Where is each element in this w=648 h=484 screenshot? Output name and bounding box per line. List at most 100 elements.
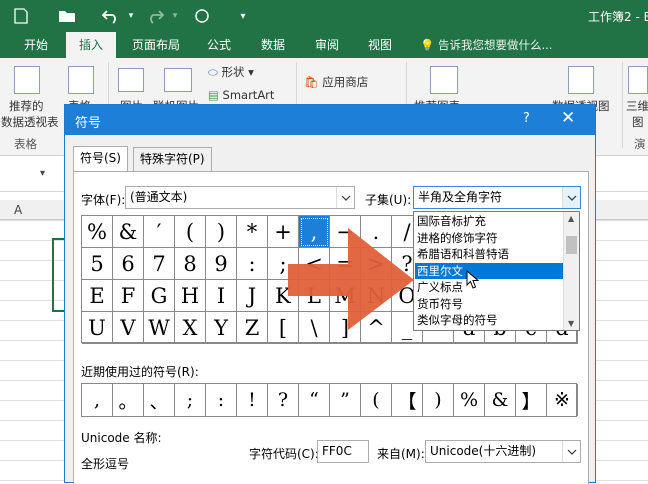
recent-symbol-cell[interactable]: 】 — [516, 384, 547, 416]
subset-option[interactable]: 广义标点 — [415, 279, 563, 296]
recent-symbol-cell[interactable]: : — [206, 384, 237, 416]
symbol-cell[interactable]: W — [144, 312, 175, 344]
tab-symbols[interactable]: 符号(S) — [73, 146, 128, 172]
recent-symbol-cell[interactable]: , — [82, 384, 113, 416]
symbol-cell[interactable]: V — [113, 312, 144, 344]
subset-option[interactable]: 货币符号 — [415, 296, 563, 313]
table-icon[interactable] — [68, 66, 94, 94]
tab-data[interactable]: 数据 — [250, 32, 296, 58]
font-select[interactable]: (普通文本) — [125, 186, 355, 209]
open-folder-icon[interactable] — [56, 5, 78, 27]
subset-option[interactable]: 类似字母的符号 — [415, 312, 563, 329]
subset-option[interactable]: 希腊语和科普特语 — [415, 246, 563, 263]
subset-option[interactable]: 西里尔文 — [415, 262, 563, 279]
recommended-pivot-icon[interactable] — [14, 66, 40, 94]
customize-toolbar-icon[interactable]: ▾ — [232, 5, 254, 27]
smartart-button[interactable]: ▤ SmartArt — [208, 88, 274, 102]
recent-symbol-cell[interactable]: 【 — [392, 384, 423, 416]
3d-map-icon[interactable] — [628, 66, 648, 94]
recent-symbol-cell[interactable]: ) — [423, 384, 454, 416]
recent-symbol-cell[interactable]: ; — [175, 384, 206, 416]
tab-insert[interactable]: 插入 — [66, 32, 116, 58]
undo-dropdown-icon[interactable]: ▾ — [120, 5, 142, 27]
symbol-cell[interactable]: 6 — [113, 248, 144, 280]
redo-dropdown-icon[interactable]: ▾ — [164, 5, 186, 27]
shapes-button[interactable]: ⬭ 形状 ▾ — [208, 64, 254, 80]
subset-select[interactable]: 半角及全角字符 — [413, 186, 581, 209]
tab-view[interactable]: 视图 — [358, 32, 402, 58]
tab-review[interactable]: 审阅 — [304, 32, 350, 58]
recommended-charts-icon[interactable] — [430, 66, 458, 94]
close-button[interactable]: ✕ — [561, 108, 575, 128]
recent-symbol-cell[interactable]: ? — [268, 384, 299, 416]
symbol-cell[interactable]: I — [206, 280, 237, 312]
redo-icon[interactable] — [144, 5, 166, 27]
mouse-cursor-icon — [466, 270, 480, 289]
symbol-cell[interactable]: J — [237, 280, 268, 312]
window-title: 工作簿2 - E — [588, 10, 648, 24]
scroll-thumb[interactable] — [566, 236, 577, 254]
list-scrollbar[interactable]: ▲ ▼ — [563, 212, 579, 330]
chevron-down-icon — [562, 441, 580, 462]
from-select[interactable]: Unicode(十六进制) — [425, 440, 581, 463]
symbol-cell[interactable]: * — [237, 216, 268, 248]
symbol-cell[interactable]: : — [237, 248, 268, 280]
symbol-cell[interactable]: 5 — [82, 248, 113, 280]
symbol-cell[interactable]: % — [82, 216, 113, 248]
symbol-cell[interactable]: 7 — [144, 248, 175, 280]
recent-symbol-cell[interactable]: % — [454, 384, 485, 416]
symbol-cell[interactable]: ′ — [144, 216, 175, 248]
tab-formulas[interactable]: 公式 — [196, 32, 242, 58]
symbol-cell[interactable]: 9 — [206, 248, 237, 280]
symbol-cell[interactable]: & — [113, 216, 144, 248]
store-button[interactable]: 🛍 应用商店 — [304, 74, 368, 90]
tell-me-text: 告诉我您想要做什么... — [437, 38, 553, 52]
symbol-cell[interactable]: X — [175, 312, 206, 344]
column-a-header[interactable]: A — [14, 203, 22, 217]
tab-page-layout[interactable]: 页面布局 — [124, 32, 188, 58]
symbol-cell[interactable]: E — [82, 280, 113, 312]
symbol-cell[interactable]: G — [144, 280, 175, 312]
symbol-cell[interactable]: Z — [237, 312, 268, 344]
shapes-label: 形状 — [221, 65, 245, 79]
symbol-cell[interactable]: ) — [206, 216, 237, 248]
recent-symbol-cell[interactable]: ! — [237, 384, 268, 416]
symbol-cell[interactable]: H — [175, 280, 206, 312]
scroll-down-icon[interactable]: ▼ — [568, 319, 574, 328]
help-button[interactable]: ? — [523, 111, 530, 126]
symbol-cell[interactable]: U — [82, 312, 113, 344]
circle-icon[interactable] — [191, 5, 213, 27]
undo-icon[interactable] — [100, 5, 122, 27]
pointer-arrow-icon — [288, 228, 414, 330]
tab-home[interactable]: 开始 — [14, 32, 58, 58]
font-value: (普通文本) — [130, 190, 188, 204]
name-box-dropdown-icon[interactable]: ▾ — [40, 168, 45, 179]
recent-symbols-row: ,。、;:!? “”(【)% &】 ※ — [81, 383, 578, 417]
dialog-title: 符号 — [75, 116, 102, 131]
picture-icon[interactable] — [118, 68, 144, 92]
tell-me-box[interactable]: 💡 告诉我您想要做什么... — [420, 32, 552, 58]
lightbulb-icon: 💡 — [420, 38, 435, 52]
pivot-chart-icon[interactable] — [568, 66, 594, 94]
recent-symbol-cell[interactable]: & — [485, 384, 516, 416]
recent-symbol-cell[interactable]: ” — [330, 384, 361, 416]
symbol-cell[interactable]: Y — [206, 312, 237, 344]
tab-special-characters[interactable]: 特殊字符(P) — [133, 147, 212, 171]
subset-option[interactable]: 进格的修饰字符 — [415, 230, 563, 247]
recent-symbol-cell[interactable]: 、 — [144, 384, 175, 416]
subset-option[interactable]: 国际音标扩充 — [415, 213, 563, 230]
symbol-cell[interactable]: 8 — [175, 248, 206, 280]
online-picture-icon[interactable] — [164, 68, 192, 92]
symbol-cell[interactable]: F — [113, 280, 144, 312]
recent-symbol-cell[interactable]: 。 — [113, 384, 144, 416]
tours-group-label: 演 — [634, 137, 646, 151]
save-icon[interactable] — [10, 5, 32, 27]
recent-symbol-cell[interactable]: ※ — [547, 384, 578, 416]
char-code-input[interactable]: FF0C — [317, 440, 369, 463]
from-value: Unicode(十六进制) — [430, 444, 537, 458]
symbol-cell[interactable]: ( — [175, 216, 206, 248]
recent-symbol-cell[interactable]: ( — [361, 384, 392, 416]
recent-symbol-cell[interactable]: “ — [299, 384, 330, 416]
from-label: 来自(M): — [377, 447, 425, 461]
scroll-up-icon[interactable]: ▲ — [568, 214, 574, 223]
